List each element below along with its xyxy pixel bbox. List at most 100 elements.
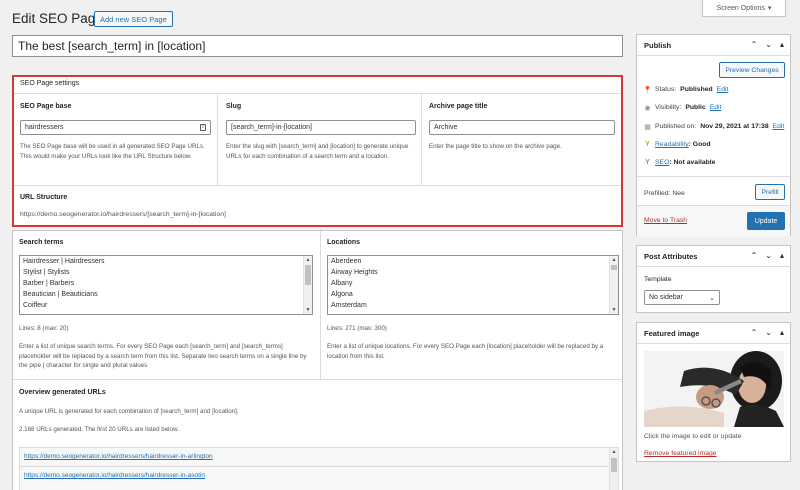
overview-title: Overview generated URLs [19, 389, 106, 396]
screen-options-button[interactable]: Screen Options ▾ [702, 0, 786, 17]
seo-value: : Not available [669, 159, 716, 166]
caret-down-icon: ▾ [767, 5, 772, 12]
seo-page-base-label: SEO Page base [20, 103, 72, 110]
readability-row: Y Readability : Good [644, 141, 711, 148]
chevron-down-icon[interactable]: ⌄ [765, 251, 772, 260]
featured-image[interactable] [644, 351, 784, 427]
chevron-up-icon[interactable]: ⌃ [751, 328, 758, 337]
post-attributes-title: Post Attributes [644, 251, 698, 261]
overview-count: 2.168 URLs generated. The first 20 URLs … [19, 426, 179, 433]
status-label: Status: [655, 86, 677, 93]
screen-options-label: Screen Options [716, 4, 765, 12]
search-terms-description: Enter a list of unique search terms. For… [19, 343, 307, 369]
search-terms-textarea[interactable]: Hairdresser | Hairdressers Stylist | Sty… [19, 255, 313, 315]
readability-value: : Good [688, 141, 711, 148]
chevron-up-icon[interactable]: ⌃ [751, 40, 758, 49]
published-on-row: ▦ Published on: Nov 29, 2021 at 17:38 Ed… [644, 123, 785, 131]
seo-page-base-description: The SEO Page base will be used in all ge… [20, 143, 205, 160]
template-value: No sidebar [649, 294, 683, 301]
divider [637, 176, 790, 177]
archive-title-label: Archive page title [429, 103, 488, 110]
publish-title: Publish [644, 40, 672, 50]
list-item: Coiffeur [23, 302, 48, 309]
eye-icon: ◉ [644, 104, 651, 112]
list-item: Algona [331, 291, 353, 298]
scroll-down-icon[interactable]: ▼ [610, 306, 618, 314]
scroll-thumb[interactable] [611, 458, 617, 472]
remove-featured-image-link[interactable]: Remove featured image [644, 450, 717, 457]
scroll-up-icon[interactable]: ▲ [610, 448, 618, 456]
url-link[interactable]: https://demo.seogenerator.io/hairdresser… [24, 472, 205, 479]
seo-page-base-value: hairdressers [25, 124, 64, 131]
scroll-thumb[interactable] [305, 265, 311, 285]
locations-textarea[interactable]: Aberdeen Airway Heights Albany Algona Am… [327, 255, 619, 315]
settings-title: SEO Page settings [20, 80, 80, 87]
archive-title-description: Enter the page title to show on the arch… [429, 143, 562, 150]
prefilled-text: Prefilled: Nee [644, 190, 685, 197]
prefill-button[interactable]: Prefill [755, 184, 785, 200]
divider [320, 231, 321, 379]
post-title-input[interactable]: The best [search_term] in [location] [12, 35, 623, 57]
calendar-icon: ▦ [644, 123, 651, 131]
url-structure-label: URL Structure [20, 194, 68, 201]
slug-input[interactable]: [search_term]-in-[location] [226, 120, 416, 135]
published-edit-link[interactable]: Edit [773, 123, 785, 130]
locations-description: Enter a list of unique locations. For ev… [327, 343, 604, 360]
visibility-value: Public [685, 104, 706, 111]
status-value: Published [680, 86, 713, 93]
list-item: Hairdresser | Hairdressers [23, 258, 105, 265]
published-value: Nov 29, 2021 at 17:38 [700, 123, 769, 130]
hairdresser-photo [644, 351, 784, 427]
yoast-seo-icon: Y [645, 159, 650, 166]
publish-footer: Move to Trash Update [637, 205, 790, 237]
scrollbar[interactable]: ▲ ▼ [303, 256, 312, 314]
update-button[interactable]: Update [747, 212, 785, 230]
scroll-thumb[interactable] [611, 265, 617, 270]
url-link[interactable]: https://demo.seogenerator.io/hairdresser… [24, 453, 213, 460]
visibility-edit-link[interactable]: Edit [710, 104, 722, 111]
published-label: Published on: [655, 123, 697, 130]
search-terms-label: Search terms [19, 239, 64, 246]
add-new-button[interactable]: Add new SEO Page [94, 11, 173, 27]
slug-label: Slug [226, 103, 242, 110]
featured-image-hint: Click the image to edit or update [644, 433, 742, 440]
list-item: Albany [331, 280, 353, 287]
divider [421, 93, 422, 185]
list-item: Barber | Barbers [23, 280, 75, 287]
slug-description: Enter the slug with [search_term] and [l… [226, 143, 409, 160]
preview-changes-button[interactable]: Preview Changes [719, 62, 785, 78]
move-to-trash-link[interactable]: Move to Trash [644, 217, 687, 224]
url-structure-value: https://demo.seogenerator.io/hairdresser… [20, 211, 226, 218]
scrollbar[interactable]: ▲ [609, 448, 618, 490]
document-icon: ≡ [200, 124, 206, 131]
scroll-down-icon[interactable]: ▼ [304, 306, 312, 314]
url-list: https://demo.seogenerator.io/hairdresser… [19, 447, 619, 490]
chevron-down-icon[interactable]: ⌄ [765, 40, 772, 49]
chevron-down-icon[interactable]: ⌄ [765, 328, 772, 337]
scroll-up-icon[interactable]: ▲ [610, 256, 618, 264]
divider [14, 93, 621, 94]
scrollbar[interactable]: ▲ ▼ [609, 256, 618, 314]
caret-up-icon[interactable]: ▴ [780, 328, 784, 337]
divider [14, 185, 621, 186]
visibility-row: ◉ Visibility: Public Edit [644, 104, 722, 112]
readability-link[interactable]: Readability [655, 141, 689, 148]
seo-page-base-input[interactable]: hairdressers ≡ [20, 120, 211, 135]
template-select[interactable]: No sidebar ⌄ [644, 290, 720, 305]
archive-title-input[interactable]: Archive [429, 120, 615, 135]
featured-image-box: Featured image ⌃ ⌄ ▴ Click the image to … [636, 322, 791, 462]
chevron-up-icon[interactable]: ⌃ [751, 251, 758, 260]
divider [217, 93, 218, 185]
list-item: Aberdeen [331, 258, 362, 265]
box-controls: ⌃ ⌄ ▴ [751, 40, 784, 49]
list-item: Airway Heights [331, 269, 378, 276]
list-item: Beautician | Beauticians [23, 291, 98, 298]
status-edit-link[interactable]: Edit [717, 86, 729, 93]
list-item: Amsterdam [331, 302, 367, 309]
scroll-up-icon[interactable]: ▲ [304, 256, 312, 264]
pin-icon: 📍 [643, 86, 652, 94]
caret-up-icon[interactable]: ▴ [780, 40, 784, 49]
caret-up-icon[interactable]: ▴ [780, 251, 784, 260]
seo-link[interactable]: SEO [655, 159, 669, 166]
visibility-label: Visibility: [655, 104, 682, 111]
